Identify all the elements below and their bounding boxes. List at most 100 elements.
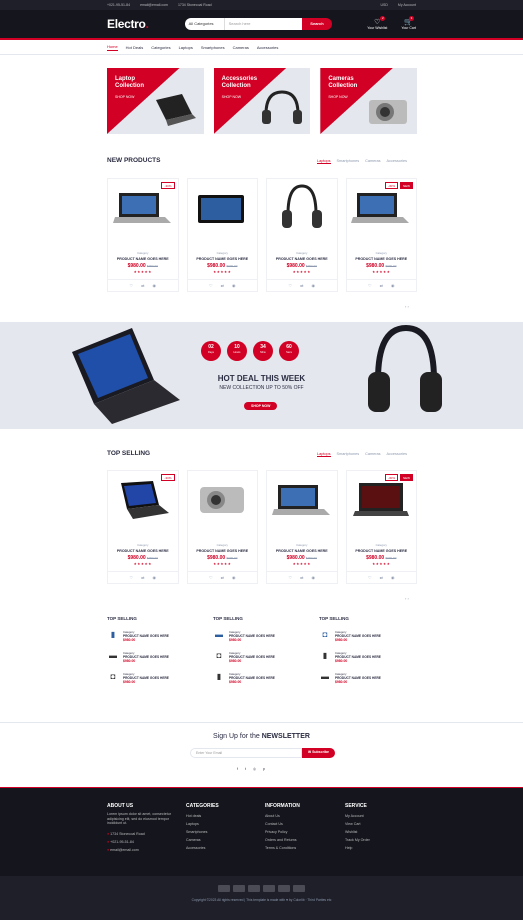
footer-link[interactable]: Privacy Policy [265, 828, 300, 836]
footer-link[interactable]: Terms & Conditions [265, 844, 300, 852]
compare-icon[interactable]: ⇄ [221, 283, 224, 288]
eye-icon[interactable]: ◉ [152, 283, 156, 288]
compare-icon[interactable]: ⇄ [300, 283, 303, 288]
eye-icon[interactable]: ◉ [232, 283, 236, 288]
product-image[interactable] [267, 179, 337, 237]
nav-cameras[interactable]: Cameras [233, 45, 249, 50]
nav-home[interactable]: Home [107, 44, 118, 51]
product-name[interactable]: PRODUCT NAME GOES HERE [267, 549, 337, 553]
tab-accessories[interactable]: Accessories [387, 452, 407, 457]
newsletter-email-input[interactable]: Enter Your Email [190, 748, 303, 758]
product-card[interactable]: -30% NEW Category PRODUCT NAME GOES HERE $98… [345, 178, 417, 292]
compare-icon[interactable]: ⇄ [141, 283, 144, 288]
tab-cameras[interactable]: Cameras [365, 159, 380, 164]
heart-icon[interactable]: ♡ [368, 283, 372, 288]
product-thumb[interactable]: ▬ [319, 672, 331, 681]
mini-product[interactable]: ▬ Category PRODUCT NAME GOES HERE $980.00 [213, 630, 313, 642]
footer-link[interactable]: Accessories [186, 844, 219, 852]
footer-link[interactable]: Contact Us [265, 820, 300, 828]
footer-link[interactable]: Hot deals [186, 812, 219, 820]
tab-laptops[interactable]: Laptops [317, 452, 331, 457]
tab-accessories[interactable]: Accessories [387, 159, 407, 164]
subscribe-button[interactable]: ✉ Subscribe [302, 748, 335, 758]
product-card[interactable]: -30% Category PRODUCT NAME GOES HERE $980.0… [107, 178, 179, 292]
heart-icon[interactable]: ♡ [289, 283, 293, 288]
mini-product[interactable]: ▮ Category PRODUCT NAME GOES HERE $980.00 [319, 651, 419, 663]
tab-smartphones[interactable]: Smartphones [337, 159, 360, 164]
heart-icon[interactable]: ♡ [289, 575, 293, 580]
footer-link[interactable]: Smartphones [186, 828, 219, 836]
product-card[interactable]: -30% Category PRODUCT NAME GOES HERE $980.0… [107, 470, 179, 584]
compare-icon[interactable]: ⇄ [141, 575, 144, 580]
facebook-icon[interactable]: f [237, 767, 238, 771]
compare-icon[interactable]: ⇄ [380, 283, 383, 288]
slider-arrows[interactable]: ‹ › [405, 596, 409, 601]
mini-product[interactable]: ▬ Category PRODUCT NAME GOES HERE $980.00 [107, 651, 207, 663]
heart-icon[interactable]: ♡ [130, 575, 134, 580]
product-thumb[interactable]: ▬ [107, 651, 119, 660]
nav-categories[interactable]: Categories [151, 45, 170, 50]
instagram-icon[interactable]: ◎ [253, 767, 256, 771]
search-button[interactable]: Search [302, 18, 332, 30]
tab-laptops[interactable]: Laptops [317, 159, 331, 164]
footer-link[interactable]: Orders and Returns [265, 836, 300, 844]
product-card[interactable]: Category PRODUCT NAME GOES HERE $980.00 $9… [186, 178, 258, 292]
product-name[interactable]: PRODUCT NAME GOES HERE [347, 257, 417, 261]
product-name[interactable]: PRODUCT NAME GOES HERE [108, 257, 178, 261]
footer-link[interactable]: Help [345, 844, 370, 852]
category-select[interactable]: All Categories [184, 18, 225, 30]
nav-smartphones[interactable]: Smartphones [201, 45, 225, 50]
product-name[interactable]: PRODUCT NAME GOES HERE [347, 549, 417, 553]
mini-product[interactable]: ▬ Category PRODUCT NAME GOES HERE $980.00 [319, 672, 419, 684]
footer-link[interactable]: My Account [345, 812, 370, 820]
footer-link[interactable]: Wishlist [345, 828, 370, 836]
product-thumb[interactable]: ▬ [213, 630, 225, 639]
nav-hot-deals[interactable]: Hot Deals [126, 45, 144, 50]
mini-product[interactable]: ◘ Category PRODUCT NAME GOES HERE $980.00 [319, 630, 419, 642]
mini-product[interactable]: ◘ Category PRODUCT NAME GOES HERE $980.00 [107, 672, 207, 684]
product-image[interactable] [267, 471, 337, 529]
collection-laptop[interactable]: Laptop Collection SHOP NOW [107, 68, 204, 134]
currency-link[interactable]: USD [381, 3, 388, 7]
footer-link[interactable]: View Cart [345, 820, 370, 828]
eye-icon[interactable]: ◉ [391, 575, 395, 580]
footer-link[interactable]: Cameras [186, 836, 219, 844]
eye-icon[interactable]: ◉ [232, 575, 236, 580]
nav-laptops[interactable]: Laptops [179, 45, 193, 50]
product-thumb[interactable]: ▮ [319, 651, 331, 660]
logo[interactable]: Electro. [107, 17, 149, 31]
product-thumb[interactable]: ▮ [213, 672, 225, 681]
eye-icon[interactable]: ◉ [391, 283, 395, 288]
tab-cameras[interactable]: Cameras [365, 452, 380, 457]
pinterest-icon[interactable]: p [263, 767, 265, 771]
product-name[interactable]: PRODUCT NAME GOES HERE [188, 549, 258, 553]
collection-accessories[interactable]: Accessories Collection SHOP NOW [213, 68, 311, 134]
product-thumb[interactable]: ◘ [319, 630, 331, 639]
twitter-icon[interactable]: t [245, 767, 246, 771]
compare-icon[interactable]: ⇄ [380, 575, 383, 580]
mini-product[interactable]: ▮ Category PRODUCT NAME GOES HERE $980.00 [107, 630, 207, 642]
cart-link[interactable]: 🛒 3 Your Cart [401, 16, 416, 30]
tab-smartphones[interactable]: Smartphones [337, 452, 360, 457]
product-card[interactable]: Category PRODUCT NAME GOES HERE $980.00 $9… [266, 470, 338, 584]
product-name[interactable]: PRODUCT NAME GOES HERE [108, 549, 178, 553]
heart-icon[interactable]: ♡ [130, 283, 134, 288]
compare-icon[interactable]: ⇄ [221, 575, 224, 580]
eye-icon[interactable]: ◉ [152, 575, 156, 580]
heart-icon[interactable]: ♡ [368, 575, 372, 580]
product-thumb[interactable]: ▮ [107, 630, 119, 639]
eye-icon[interactable]: ◉ [311, 283, 315, 288]
collection-cameras[interactable]: Cameras Collection SHOP NOW [320, 68, 418, 134]
footer-link[interactable]: About Us [265, 812, 300, 820]
mini-product[interactable]: ◘ Category PRODUCT NAME GOES HERE $980.00 [213, 651, 313, 663]
product-name[interactable]: PRODUCT NAME GOES HERE [188, 257, 258, 261]
deal-shop-now-button[interactable]: SHOP NOW [244, 402, 278, 410]
product-thumb[interactable]: ◘ [213, 651, 225, 660]
product-card[interactable]: Category PRODUCT NAME GOES HERE $980.00 $9… [266, 178, 338, 292]
eye-icon[interactable]: ◉ [311, 575, 315, 580]
product-image[interactable] [188, 179, 258, 237]
compare-icon[interactable]: ⇄ [300, 575, 303, 580]
slider-arrows[interactable]: ‹ › [405, 304, 409, 309]
heart-icon[interactable]: ♡ [209, 575, 213, 580]
wishlist-link[interactable]: ♡ 2 Your Wishlist [367, 16, 387, 30]
